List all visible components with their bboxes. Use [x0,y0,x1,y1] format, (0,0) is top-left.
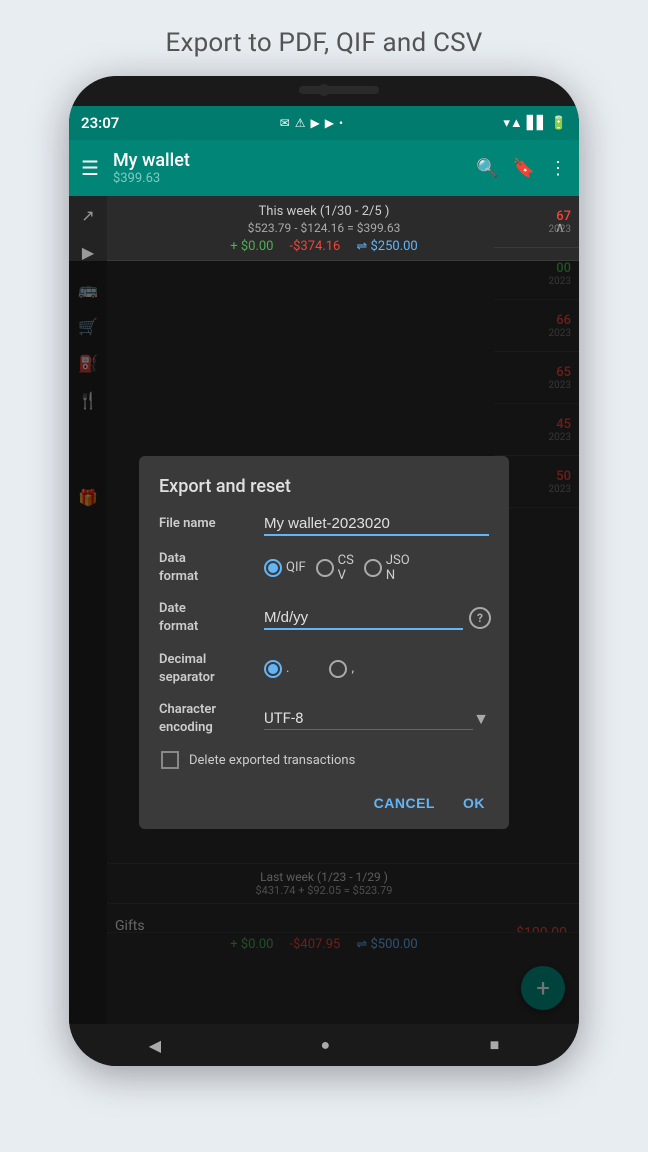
toolbar-title-area: My wallet $399.63 [113,150,476,186]
phone-top [69,76,579,106]
file-name-row: File name [159,513,489,536]
file-name-label: File name [159,515,264,533]
week-income: + $0.00 [230,239,273,254]
radio-dot[interactable]: . [264,660,289,678]
week-title: This week (1/30 - 2/5 ) [85,204,563,219]
home-button[interactable]: ● [300,1027,350,1063]
battery-icon: 🔋 [551,116,567,131]
wifi-icon: ▾▲ [503,115,522,131]
week-summary: $523.79 - $124.16 = $399.63 [85,221,563,235]
dialog-title: Export and reset [159,476,489,497]
radio-json-label: JSON [386,553,410,583]
back-button[interactable]: ◀ [129,1028,181,1063]
search-icon[interactable]: 🔍 [476,158,498,179]
toolbar-actions: 🔍 🔖 ⋮ [476,158,567,179]
phone-speaker [299,86,379,94]
toolbar: ☰ My wallet $399.63 🔍 🔖 ⋮ [69,140,579,196]
status-time: 23:07 [81,114,119,132]
week-amounts: + $0.00 -$374.16 ⇌ $250.00 [85,239,563,254]
rn-date-1: 2023 [549,224,571,235]
decimal-separator-label: Decimal separator [159,651,264,687]
rn-amount-1: 67 [556,209,571,224]
radio-comma-outer [329,660,347,678]
menu-icon[interactable]: ☰ [81,156,99,180]
data-format-options: QIF CSV JSON [264,553,489,583]
encoding-dropdown[interactable]: UTF-8 ▼ [264,709,489,730]
data-format-row: Data format QIF CSV [159,550,489,586]
status-icons-middle: ✉ ⚠ ▶ ▶ • [280,116,343,130]
character-encoding-row: Character encoding UTF-8 ▼ [159,701,489,737]
play-icon-1: ▶ [311,116,320,130]
radio-json-outer [364,559,382,577]
bookmark-icon[interactable]: 🔖 [513,158,535,179]
date-format-row: Date format ? [159,600,489,636]
file-name-input[interactable] [264,513,489,536]
dialog-buttons: CANCEL OK [159,785,489,817]
radio-qif[interactable]: QIF [264,559,306,577]
radio-qif-label: QIF [286,560,306,575]
sidebar-icon-2: ▶ [82,243,94,262]
radio-json[interactable]: JSON [364,553,410,583]
decimal-options: . , [264,660,489,678]
signal-icon: ▋▋ [527,116,547,131]
character-encoding-label: Character encoding [159,701,264,737]
dialog-overlay: Export and reset File name Data format [69,261,579,1024]
radio-csv[interactable]: CSV [316,553,354,583]
wallet-balance: $399.63 [113,171,476,186]
dot-icon: • [339,116,343,130]
ok-button[interactable]: OK [459,789,489,817]
radio-csv-label: CSV [338,553,354,583]
status-right-icons: ▾▲ ▋▋ 🔋 [503,115,567,131]
status-bar: 23:07 ✉ ⚠ ▶ ▶ • ▾▲ ▋▋ 🔋 [69,106,579,140]
screen: 23:07 ✉ ⚠ ▶ ▶ • ▾▲ ▋▋ 🔋 ☰ My wallet $399… [69,106,579,1066]
data-format-label: Data format [159,550,264,586]
more-icon[interactable]: ⋮ [549,158,567,179]
radio-dot-outer [264,660,282,678]
delete-checkbox[interactable] [161,751,179,769]
radio-dot-inner [268,664,278,674]
email-icon: ✉ [280,116,290,130]
delete-checkbox-label: Delete exported transactions [189,753,355,768]
wallet-title: My wallet [113,150,476,171]
radio-comma[interactable]: , [329,660,354,678]
week-transfer: ⇌ $250.00 [356,239,417,254]
radio-qif-inner [268,563,278,573]
decimal-separator-row: Decimal separator . , [159,651,489,687]
cancel-button[interactable]: CANCEL [370,789,439,817]
delete-checkbox-row[interactable]: Delete exported transactions [161,751,489,769]
recent-button[interactable]: ■ [470,1027,520,1063]
week-expense: -$374.16 [290,239,341,254]
help-icon[interactable]: ? [469,607,491,629]
radio-qif-outer [264,559,282,577]
radio-dot-label: . [286,661,289,676]
encoding-value: UTF-8 [264,709,473,730]
bottom-nav: ◀ ● ■ [69,1024,579,1066]
page-title: Export to PDF, QIF and CSV [166,28,483,58]
date-format-input[interactable] [264,607,463,630]
date-input-row: ? [264,607,491,630]
radio-csv-outer [316,559,334,577]
sidebar-icon-1: ↗ [81,206,94,225]
rn-item-1: 67 2023 [494,196,579,248]
transaction-area: Gifts Jan 31, 2023 -$100.00 Last week (1… [69,261,579,1024]
date-format-label: Date format [159,600,264,636]
radio-comma-label: , [351,661,354,676]
alert-icon: ⚠ [295,116,306,130]
dropdown-arrow-icon: ▼ [473,709,489,729]
play-icon-2: ▶ [325,116,334,130]
export-dialog: Export and reset File name Data format [139,456,509,830]
phone-frame: 23:07 ✉ ⚠ ▶ ▶ • ▾▲ ▋▋ 🔋 ☰ My wallet $399… [69,76,579,1066]
